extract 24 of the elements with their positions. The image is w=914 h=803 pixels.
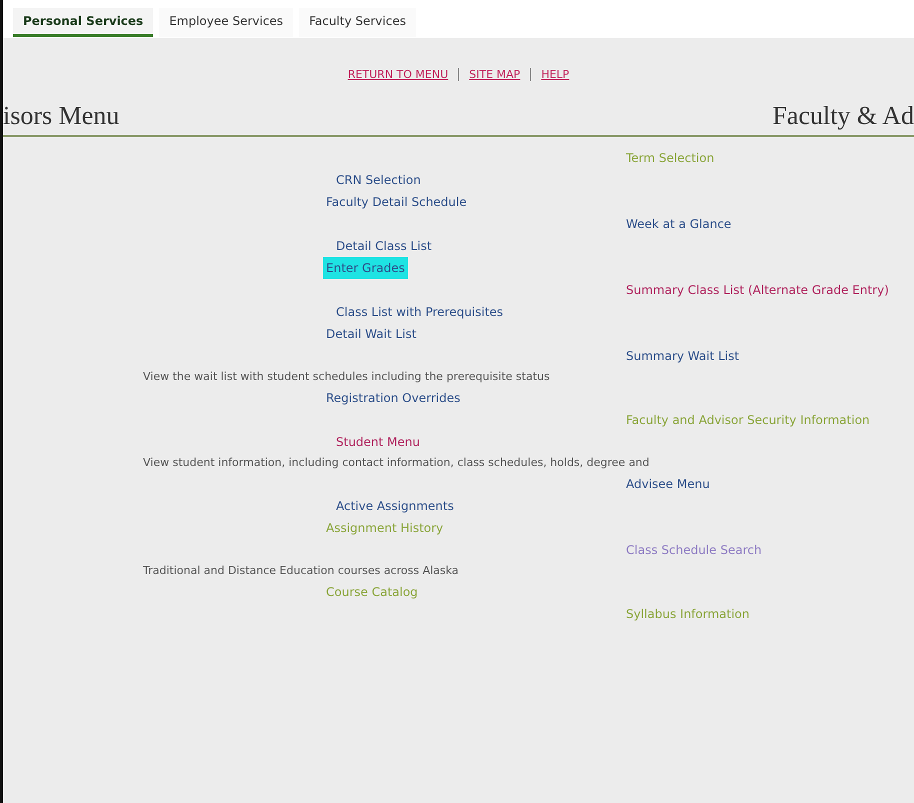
menu-link[interactable]: Enter Grades <box>323 257 408 279</box>
menu-link[interactable]: Detail Wait List <box>323 323 420 345</box>
menu-description: View the wait list with student schedules including the prerequisite status <box>143 369 550 385</box>
menu-link[interactable]: Week at a Glance <box>623 213 734 235</box>
nav-tab[interactable]: Faculty Services <box>299 8 416 37</box>
menu-link[interactable]: Student Menu <box>333 431 423 453</box>
menu-link[interactable]: Registration Overrides <box>323 387 464 409</box>
menu-link[interactable]: Detail Class List <box>333 235 435 257</box>
menu-link[interactable]: Advisee Menu <box>623 473 713 495</box>
menu-description: Traditional and Distance Education courses across Alaska <box>143 563 459 579</box>
menu-link[interactable]: CRN Selection <box>333 169 424 191</box>
menu-link[interactable]: Summary Wait List <box>623 345 742 367</box>
menu-link[interactable]: Faculty Detail Schedule <box>323 191 470 213</box>
nav-tab[interactable]: Employee Services <box>159 8 294 37</box>
page-title: isors Menu <box>3 101 120 131</box>
menu-link[interactable]: Summary Class List (Alternate Grade Entry) <box>623 279 892 301</box>
menu-description: View student information, including contact information, class schedules, holds, degree and <box>143 455 650 471</box>
nav-link[interactable]: SITE MAP <box>458 68 520 81</box>
menu-link[interactable]: Active Assignments <box>333 495 457 517</box>
nav-link[interactable]: HELP <box>530 68 570 81</box>
menu-link[interactable]: Class List with Prerequisites <box>333 301 506 323</box>
nav-tab[interactable]: Personal Services <box>13 8 154 37</box>
page-title: Faculty & Ad <box>772 101 914 131</box>
nav-link[interactable]: RETURN TO MENU <box>348 68 448 81</box>
